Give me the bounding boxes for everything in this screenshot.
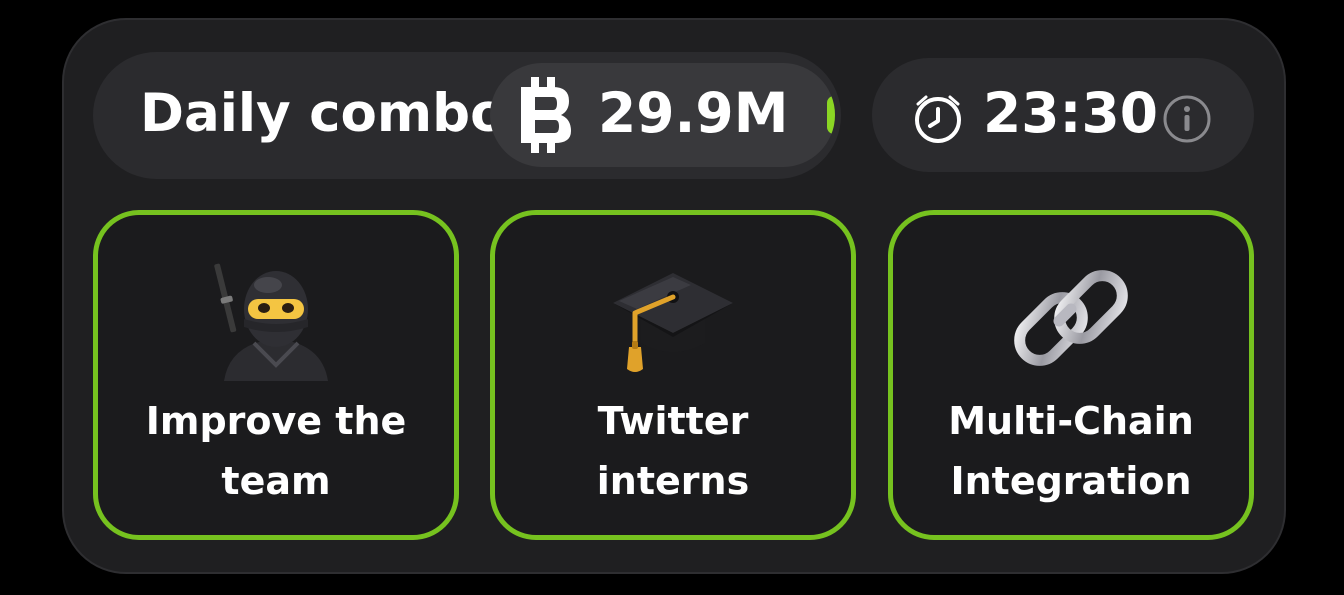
- combo-card-multi-chain-integration[interactable]: Multi-Chain Integration: [888, 210, 1254, 540]
- card-label-line: Multi-Chain: [948, 399, 1194, 443]
- info-icon[interactable]: [1161, 93, 1213, 145]
- daily-combo-title: Daily combo: [140, 83, 507, 144]
- ninja-icon: [214, 263, 328, 381]
- combo-card-improve-the-team[interactable]: Improve the team: [93, 210, 459, 540]
- chain-link-icon: [1014, 270, 1128, 366]
- card-label-line: team: [221, 459, 331, 503]
- card-label-line: Integration: [950, 459, 1192, 503]
- card-label-line: Twitter: [597, 399, 749, 443]
- card-label-line: interns: [596, 459, 750, 503]
- combo-card-twitter-interns[interactable]: Twitter interns: [490, 210, 856, 540]
- card-label: Multi-Chain Integration: [893, 391, 1249, 511]
- card-label: Improve the team: [98, 391, 454, 511]
- graduation-cap-icon: [613, 273, 733, 372]
- card-label: Twitter interns: [495, 391, 851, 511]
- reward-amount: 29.9M: [598, 81, 789, 145]
- timer-countdown: 23:30: [983, 81, 1159, 145]
- clock-icon: [915, 95, 961, 143]
- reward-indicator: [827, 96, 835, 134]
- coin-icon: [521, 77, 571, 153]
- card-label-line: Improve the: [145, 399, 407, 443]
